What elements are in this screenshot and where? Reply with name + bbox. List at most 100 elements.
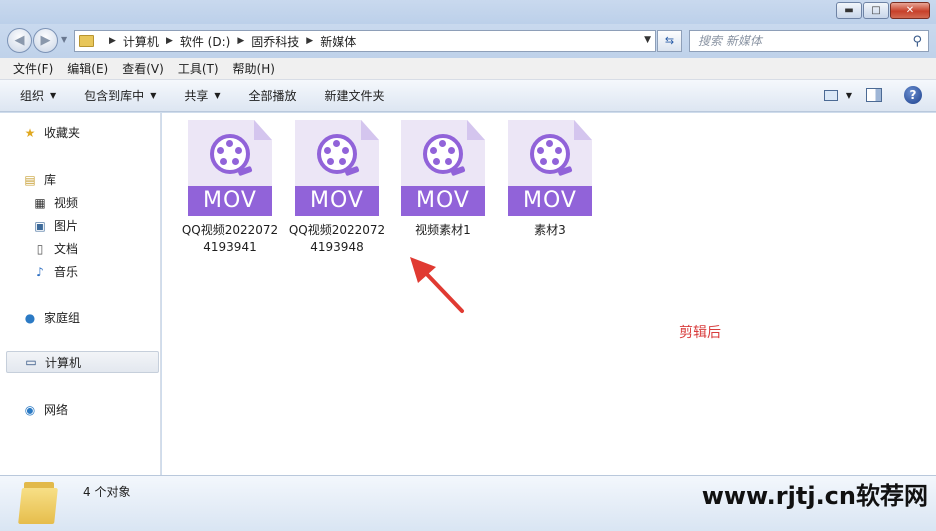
sidebar-item-label: 视频 — [54, 196, 79, 210]
file-type-badge: MOV — [508, 186, 592, 216]
film-reel-icon — [210, 134, 253, 177]
title-bar: ▬ □ ✕ — [0, 0, 936, 24]
breadcrumb-item-drive[interactable]: 软件 (D:) — [180, 33, 230, 50]
file-item[interactable]: MOV QQ视频20220724193941 — [180, 120, 280, 256]
organize-button[interactable]: 组织 ▼ — [20, 87, 56, 104]
library-icon: ▤ — [24, 172, 36, 187]
sidebar-item-label: 库 — [44, 173, 57, 187]
menu-file[interactable]: 文件(F) — [13, 60, 53, 77]
address-bar[interactable]: ▶ 计算机 ▶ 软件 (D:) ▶ 固乔科技 ▶ 新媒体 ▼ — [74, 30, 656, 52]
sidebar-item-label: 图片 — [54, 219, 79, 233]
breadcrumb-item-company[interactable]: 固乔科技 — [251, 33, 299, 50]
refresh-button[interactable]: ⇆ — [657, 30, 682, 52]
maximize-button[interactable]: □ — [863, 2, 889, 19]
folder-icon — [18, 482, 58, 524]
annotation-text: 剪辑后 — [679, 325, 721, 341]
picture-icon: ▣ — [34, 218, 46, 233]
search-input[interactable]: 搜索 新媒体 ⚲ — [689, 30, 929, 52]
sidebar-item-network[interactable]: ◉ 网络 — [22, 401, 68, 418]
sidebar-item-library[interactable]: ▤ 库 — [22, 171, 56, 188]
menu-bar: 文件(F) 编辑(E) 查看(V) 工具(T) 帮助(H) — [0, 58, 936, 80]
sidebar-item-pictures[interactable]: ▣ 图片 — [32, 217, 78, 234]
chevron-right-icon[interactable]: ▶ — [109, 36, 116, 46]
command-bar: 组织 ▼ 包含到库中 ▼ 共享 ▼ 全部播放 新建文件夹 ▼ ? — [0, 80, 936, 112]
file-name: QQ视频20220724193948 — [288, 223, 386, 254]
preview-pane-icon[interactable] — [866, 88, 882, 102]
share-button[interactable]: 共享 ▼ — [184, 87, 220, 104]
play-all-button[interactable]: 全部播放 — [249, 87, 297, 104]
star-icon: ★ — [24, 125, 36, 140]
sidebar-item-label: 音乐 — [54, 265, 79, 279]
file-item[interactable]: MOV QQ视频20220724193948 — [287, 120, 387, 256]
back-button[interactable]: ◀ — [7, 28, 32, 53]
new-folder-button[interactable]: 新建文件夹 — [325, 87, 385, 104]
breadcrumb-item-current[interactable]: 新媒体 — [320, 33, 356, 50]
sidebar-item-label: 家庭组 — [44, 311, 81, 325]
search-icon[interactable]: ⚲ — [912, 32, 922, 52]
sidebar-item-label: 收藏夹 — [44, 126, 81, 140]
chevron-right-icon[interactable]: ▶ — [166, 36, 173, 46]
forward-button[interactable]: ▶ — [33, 28, 58, 53]
item-count: 4 个对象 — [83, 485, 131, 499]
breadcrumb: ▶ 计算机 ▶ 软件 (D:) ▶ 固乔科技 ▶ 新媒体 — [102, 33, 356, 50]
film-reel-icon — [423, 134, 466, 177]
include-library-label: 包含到库中 — [84, 89, 145, 103]
mov-file-icon: MOV — [188, 120, 272, 216]
menu-tools[interactable]: 工具(T) — [178, 60, 219, 77]
sidebar-item-homegroup[interactable]: ● 家庭组 — [22, 309, 80, 326]
sidebar-item-music[interactable]: ♪ 音乐 — [32, 263, 78, 280]
music-note-icon: ♪ — [36, 264, 44, 279]
window-controls: ▬ □ ✕ — [835, 2, 930, 19]
address-row: ◀ ▶ ▼ ▶ 计算机 ▶ 软件 (D:) ▶ 固乔科技 ▶ 新媒体 ▼ ⇆ 搜… — [0, 24, 936, 58]
sidebar-item-favorites[interactable]: ★ 收藏夹 — [22, 124, 80, 141]
change-view-icon[interactable] — [823, 89, 838, 101]
sidebar-item-label: 计算机 — [45, 355, 82, 370]
red-arrow-annotation — [410, 257, 464, 313]
refresh-icon: ⇆ — [664, 34, 675, 47]
sidebar-item-documents[interactable]: ▯ 文档 — [32, 240, 78, 257]
file-type-badge: MOV — [188, 186, 272, 216]
computer-icon: ▭ — [25, 355, 37, 369]
file-name: 视频素材1 — [415, 223, 471, 237]
chevron-right-icon[interactable]: ▶ — [306, 36, 313, 46]
view-controls: ▼ ? — [823, 86, 922, 104]
chevron-right-icon[interactable]: ▶ — [237, 36, 244, 46]
mov-file-icon: MOV — [295, 120, 379, 216]
file-item[interactable]: MOV 素材3 — [500, 120, 600, 239]
film-icon: ▦ — [34, 195, 46, 210]
file-type-badge: MOV — [401, 186, 485, 216]
file-name: 素材3 — [534, 223, 566, 237]
help-icon[interactable]: ? — [904, 86, 922, 104]
folder-icon — [79, 35, 94, 47]
document-icon: ▯ — [36, 241, 44, 256]
recent-pages-dropdown[interactable]: ▼ — [61, 35, 67, 44]
search-placeholder: 搜索 新媒体 — [698, 34, 762, 48]
menu-help[interactable]: 帮助(H) — [233, 60, 275, 77]
breadcrumb-item-computer[interactable]: 计算机 — [123, 33, 159, 50]
network-icon: ◉ — [24, 402, 36, 417]
chevron-down-icon: ▼ — [150, 91, 157, 100]
mov-file-icon: MOV — [508, 120, 592, 216]
chevron-down-icon: ▼ — [50, 91, 57, 100]
menu-view[interactable]: 查看(V) — [122, 60, 164, 77]
minimize-button[interactable]: ▬ — [836, 2, 862, 19]
forward-arrow-icon: ▶ — [40, 33, 51, 48]
film-reel-icon — [317, 134, 360, 177]
details-pane: 4 个对象 www.rjtj.cn软荐网 — [0, 475, 936, 531]
organize-label: 组织 — [20, 89, 45, 103]
watermark-text: www.rjtj.cn软荐网 — [701, 482, 928, 510]
include-library-button[interactable]: 包含到库中 ▼ — [84, 87, 156, 104]
sidebar-item-videos[interactable]: ▦ 视频 — [32, 194, 78, 211]
chevron-down-icon[interactable]: ▼ — [644, 35, 651, 45]
sidebar-item-label: 文档 — [54, 242, 79, 256]
play-all-label: 全部播放 — [248, 89, 297, 103]
mov-file-icon: MOV — [401, 120, 485, 216]
file-type-badge: MOV — [295, 186, 379, 216]
sidebar-item-computer[interactable]: ▭ 计算机 — [6, 351, 159, 373]
close-button[interactable]: ✕ — [890, 2, 930, 19]
file-item[interactable]: MOV 视频素材1 — [393, 120, 493, 239]
back-arrow-icon: ◀ — [14, 33, 25, 48]
menu-edit[interactable]: 编辑(E) — [67, 60, 108, 77]
chevron-down-icon[interactable]: ▼ — [846, 91, 852, 100]
file-list: MOV QQ视频20220724193941 MOV QQ视频202207241… — [162, 113, 936, 475]
